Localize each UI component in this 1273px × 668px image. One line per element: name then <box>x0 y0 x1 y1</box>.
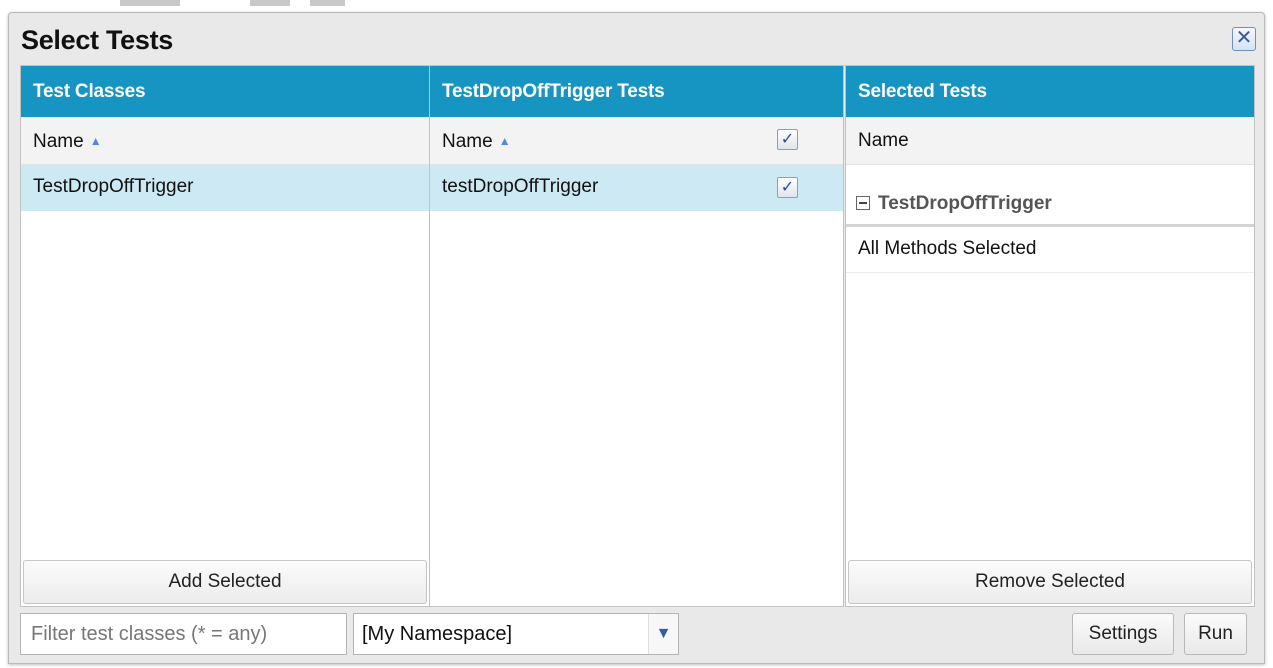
class-tests-panel: TestDropOffTrigger Tests Name ▲ ✓ testDro… <box>430 65 844 607</box>
class-tests-name-column[interactable]: Name ▲ ✓ <box>430 117 843 165</box>
column-label: Name <box>33 131 84 152</box>
sort-ascending-icon: ▲ <box>89 134 102 148</box>
background-fragment <box>250 0 290 6</box>
selected-methods-label: All Methods Selected <box>858 238 1037 259</box>
filter-test-classes-input[interactable] <box>20 613 347 655</box>
column-label: Name <box>858 130 909 151</box>
test-classes-header: Test Classes <box>21 66 429 117</box>
chevron-down-icon[interactable]: ▼ <box>648 614 678 654</box>
selected-group-row[interactable]: TestDropOffTrigger <box>846 165 1254 227</box>
selected-tests-panel: Selected Tests Name TestDropOffTrigger A… <box>845 65 1255 607</box>
selected-methods-row[interactable]: All Methods Selected <box>846 227 1254 273</box>
sort-ascending-icon: ▲ <box>498 134 511 148</box>
class-tests-header: TestDropOffTrigger Tests <box>430 66 843 117</box>
add-selected-button[interactable]: Add Selected <box>23 560 427 604</box>
background-fragment <box>310 0 345 6</box>
run-button[interactable]: Run <box>1184 613 1247 655</box>
remove-selected-button[interactable]: Remove Selected <box>848 560 1252 604</box>
selected-tests-header: Selected Tests <box>846 66 1254 117</box>
test-class-name: TestDropOffTrigger <box>33 176 194 197</box>
test-classes-name-column[interactable]: Name ▲ <box>21 117 429 165</box>
test-method-checkbox[interactable]: ✓ <box>777 177 798 198</box>
dialog-title: Select Tests <box>21 25 173 55</box>
selected-tests-name-column: Name <box>846 117 1254 165</box>
namespace-value: [My Namespace] <box>362 623 513 645</box>
namespace-select[interactable]: [My Namespace] ▼ <box>353 613 679 655</box>
background-window <box>0 0 1273 12</box>
bottom-toolbar: [My Namespace] ▼ Settings Run <box>9 609 1264 665</box>
collapse-icon[interactable] <box>856 196 870 210</box>
test-method-row[interactable]: testDropOffTrigger ✓ <box>430 165 843 211</box>
select-all-checkbox[interactable]: ✓ <box>777 129 798 150</box>
test-class-row[interactable]: TestDropOffTrigger <box>21 165 429 211</box>
column-label: Name <box>442 131 493 152</box>
selected-group-name: TestDropOffTrigger <box>878 193 1052 214</box>
test-classes-panel: Test Classes Name ▲ TestDropOffTrigger Ad… <box>20 65 430 607</box>
close-icon[interactable]: ✕ <box>1232 27 1256 51</box>
background-fragment <box>120 0 180 6</box>
test-method-name: testDropOffTrigger <box>442 176 599 197</box>
settings-button[interactable]: Settings <box>1072 613 1174 655</box>
select-tests-dialog: Select Tests ✕ Test Classes Name ▲ TestDr… <box>8 12 1265 664</box>
